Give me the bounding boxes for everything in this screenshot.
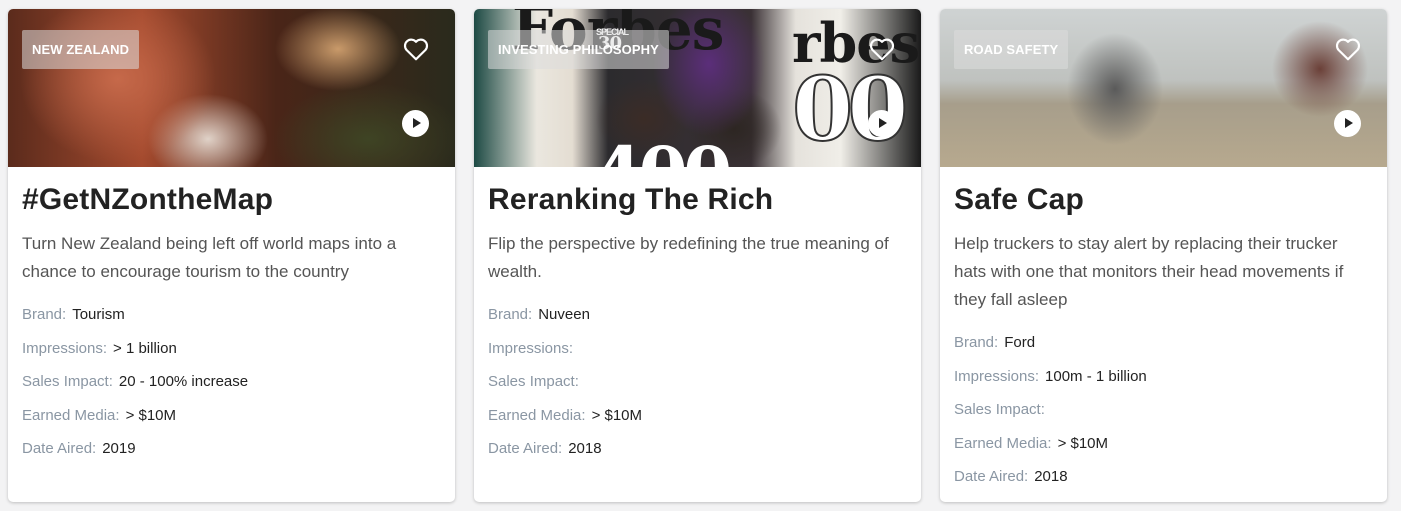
impressions-row: Impressions: 100m - 1 billion [954,360,1373,394]
earned-media-row: Earned Media: > $10M [954,427,1373,461]
earned-media-value: > $10M [125,406,177,424]
date-aired-value: 2018 [568,440,602,458]
card-meta: Brand: Tourism Impressions: > 1 billion Sa… [22,298,441,466]
card-meta: Brand: Nuveen Impressions: Sales Impact: … [488,298,907,466]
card-description: Flip the perspective by redefining the t… [488,234,889,281]
brand-value: Nuveen [538,306,590,323]
sales-impact-row: Sales Impact: 20 - 100% increase [22,365,441,399]
category-tag: NEW ZEALAND [22,30,140,69]
date-aired-label: Date Aired: [22,440,97,458]
impressions-label: Impressions: [488,339,574,357]
brand-row: Brand: Nuveen [488,298,907,332]
card-title[interactable]: Reranking The Rich [488,182,907,218]
heart-outline-icon[interactable] [1335,37,1361,61]
earned-media-value: > $10M [1057,434,1109,452]
campaign-thumbnail[interactable]: ROAD SAFETY [940,9,1387,167]
campaign-thumbnail[interactable]: NEW ZEALAND [8,9,455,167]
card-meta: Brand: Ford Impressions: 100m - 1 billion … [954,326,1373,494]
category-tag: ROAD SAFETY [954,30,1069,69]
play-icon[interactable] [402,110,429,137]
date-aired-row: Date Aired: 2018 [954,460,1373,494]
campaign-card[interactable]: NEW ZEALAND #GetNZontheMap Turn New Zeal… [8,9,455,502]
card-description: Help truckers to stay alert by replacing… [954,234,1344,309]
sales-impact-row: Sales Impact: [488,365,907,399]
date-aired-label: Date Aired: [954,468,1029,486]
sales-impact-label: Sales Impact: [488,373,579,391]
brand-row: Brand: Ford [954,326,1373,360]
sales-impact-row: Sales Impact: [954,393,1373,427]
brand-value: Tourism [72,306,125,323]
impressions-value: 100m - 1 billion [1045,367,1147,385]
earned-media-row: Earned Media: > $10M [22,399,441,433]
heart-outline-icon[interactable] [869,37,895,61]
campaign-card[interactable]: ROAD SAFETY Safe Cap Help truckers to st… [940,9,1387,502]
date-aired-label: Date Aired: [488,440,563,458]
earned-media-label: Earned Media: [954,434,1052,452]
brand-label: Brand: [488,306,533,323]
impressions-value: > 1 billion [113,339,177,357]
brand-label: Brand: [22,306,67,323]
magazine-big-number-2: 00 [791,56,910,162]
card-description: Turn New Zealand being left off world ma… [22,234,397,281]
date-aired-value: 2019 [102,440,136,458]
impressions-row: Impressions: > 1 billion [22,332,441,366]
earned-media-row: Earned Media: > $10M [488,399,907,433]
date-aired-value: 2018 [1034,468,1068,486]
brand-row: Brand: Tourism [22,298,441,332]
impressions-label: Impressions: [22,339,108,357]
magazine-big-number: 400 [594,131,732,167]
impressions-label: Impressions: [954,367,1040,385]
date-aired-row: Date Aired: 2018 [488,432,907,466]
sales-impact-label: Sales Impact: [22,373,113,391]
brand-value: Ford [1004,334,1036,351]
brand-label: Brand: [954,334,999,351]
campaign-card[interactable]: Forbes rbes SPECIAL 30 400 00 INVESTING … [474,9,921,502]
sales-impact-value: 20 - 100% increase [118,373,249,391]
impressions-row: Impressions: [488,332,907,366]
heart-outline-icon[interactable] [403,37,429,61]
category-tag: INVESTING PHILOSOPHY [488,30,669,69]
date-aired-row: Date Aired: 2019 [22,432,441,466]
earned-media-label: Earned Media: [22,406,120,424]
card-title[interactable]: #GetNZontheMap [22,182,441,218]
sales-impact-label: Sales Impact: [954,401,1045,419]
play-icon[interactable] [1334,110,1361,137]
card-title[interactable]: Safe Cap [954,182,1373,218]
campaign-thumbnail[interactable]: Forbes rbes SPECIAL 30 400 00 INVESTING … [474,9,921,167]
earned-media-label: Earned Media: [488,406,586,424]
earned-media-value: > $10M [591,406,643,424]
play-icon[interactable] [868,110,895,137]
